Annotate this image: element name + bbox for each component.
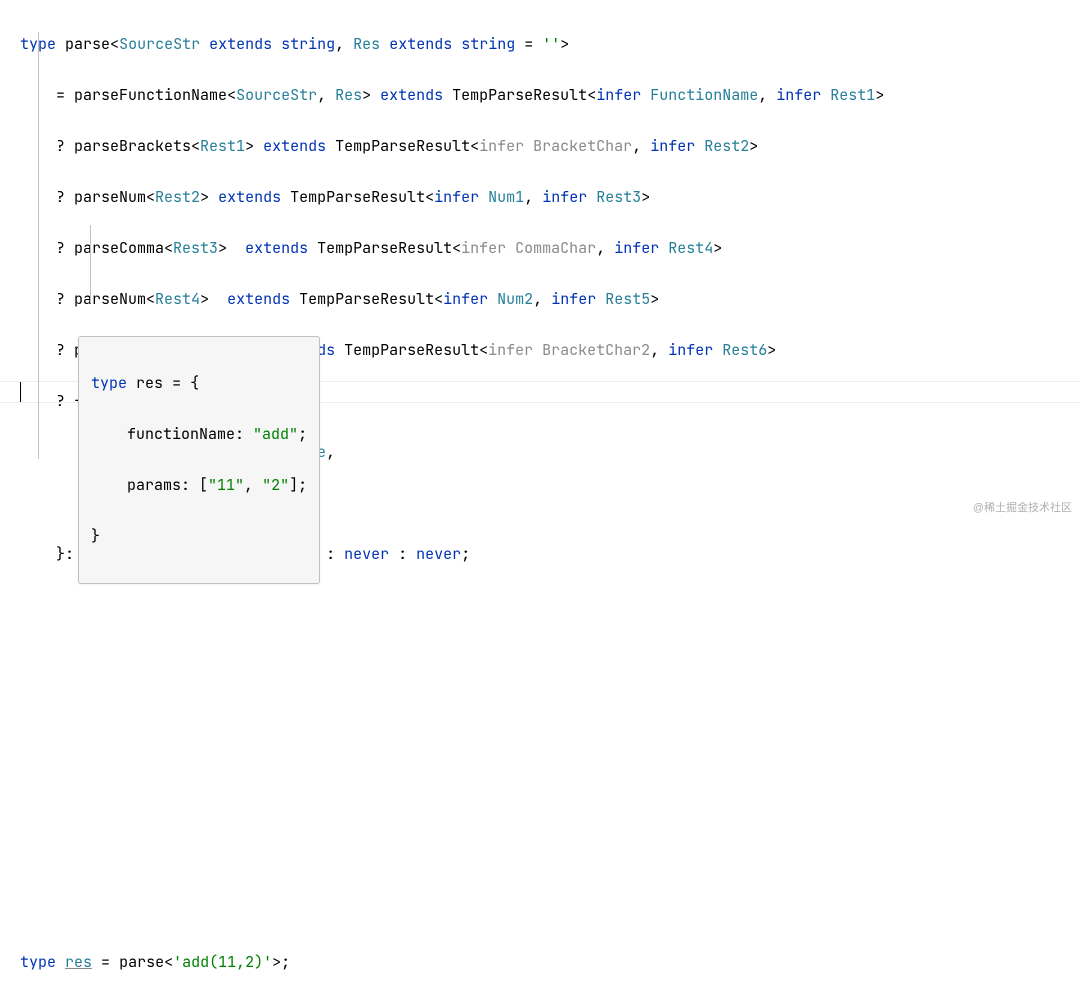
indent-guide (38, 32, 39, 459)
infer-name: Rest6 (722, 340, 767, 360)
code-line[interactable]: type parse<SourceStr extends string, Res… (20, 32, 1080, 58)
infer-name: Rest5 (605, 289, 650, 309)
tooltip-text: ]; (289, 475, 307, 495)
infer-name: FunctionName (650, 85, 758, 105)
code-line[interactable]: ? parseNum<Rest4> extends TempParseResul… (20, 287, 1080, 313)
infer-name: Num1 (488, 187, 524, 207)
code-line[interactable] (20, 797, 1080, 823)
equals: = (56, 85, 65, 105)
keyword-extends: extends (227, 289, 290, 309)
type-ref: TempParseResult (452, 85, 587, 105)
keyword-extends: extends (218, 187, 281, 207)
infer-name: Rest2 (704, 136, 749, 156)
string-literal: 'add(11,2)' (173, 952, 272, 972)
keyword-infer: infer (434, 187, 479, 207)
type-param: Rest2 (155, 187, 200, 207)
keyword-infer: infer (776, 85, 821, 105)
tooltip-type-name: res (136, 373, 163, 393)
type-param: Rest1 (200, 136, 245, 156)
keyword-infer: infer (668, 340, 713, 360)
keyword-infer: infer (650, 136, 695, 156)
type-ref: TempParseResult (290, 187, 425, 207)
type-param: Res (335, 85, 362, 105)
keyword-infer: infer (443, 289, 488, 309)
tooltip-text: , (244, 475, 262, 495)
type-param: SourceStr (119, 34, 200, 54)
keyword-string: string (281, 34, 335, 54)
infer-name: Rest3 (596, 187, 641, 207)
code-line[interactable]: ? parseComma<Rest3> extends TempParseRes… (20, 236, 1080, 262)
code-line[interactable]: type res = parse<'add(11,2)'>; (20, 950, 1080, 976)
keyword-string: string (461, 34, 515, 54)
infer-name: Num2 (497, 289, 533, 309)
infer-name-dim: BracketChar2 (542, 340, 650, 360)
keyword-extends: extends (389, 34, 452, 54)
code-line[interactable] (20, 848, 1080, 874)
indent-guide (90, 225, 91, 303)
infer-name: Rest1 (830, 85, 875, 105)
tooltip-text: } (91, 526, 100, 546)
keyword-extends: extends (380, 85, 443, 105)
keyword-infer: infer (596, 85, 641, 105)
type-ref: parseComma (74, 238, 164, 258)
watermark-text: @稀土掘金技术社区 (973, 499, 1072, 515)
type-ref: parseBrackets (74, 136, 191, 156)
tooltip-line: type res = { (91, 371, 307, 397)
tooltip-line: functionName: "add"; (91, 422, 307, 448)
tooltip-string: "add" (253, 424, 298, 444)
tooltip-line: params: ["11", "2"]; (91, 473, 307, 499)
infer-name: Rest4 (668, 238, 713, 258)
string-literal: '' (542, 34, 560, 54)
type-ref: TempParseResult (344, 340, 479, 360)
keyword-never: never (344, 544, 389, 564)
keyword-extends: extends (263, 136, 326, 156)
keyword-never: never (416, 544, 461, 564)
code-line[interactable]: ? parseNum<Rest2> extends TempParseResul… (20, 185, 1080, 211)
infer-name-dim: BracketChar (533, 136, 632, 156)
code-line[interactable] (20, 746, 1080, 772)
code-line[interactable] (20, 644, 1080, 670)
code-line[interactable] (20, 695, 1080, 721)
type-param: Rest4 (155, 289, 200, 309)
tooltip-string: "2" (262, 475, 289, 495)
tooltip-text: = { (172, 373, 199, 393)
keyword-type: type (20, 952, 56, 972)
type-ref: TempParseResult (335, 136, 470, 156)
type-ref: TempParseResult (299, 289, 434, 309)
type-ref: TempParseResult (317, 238, 452, 258)
tooltip-prop: functionName: (127, 424, 244, 444)
tooltip-string: "11" (208, 475, 244, 495)
keyword-infer: infer (614, 238, 659, 258)
type-hover-tooltip: type res = { functionName: "add"; params… (78, 336, 320, 584)
infer-name-dim: CommaChar (515, 238, 596, 258)
keyword-infer-dim: infer (479, 136, 524, 156)
type-name: parse (65, 34, 110, 54)
keyword-extends: extends (245, 238, 308, 258)
code-line[interactable] (20, 899, 1080, 925)
type-param: Res (353, 34, 380, 54)
keyword-infer: infer (551, 289, 596, 309)
code-line[interactable] (20, 593, 1080, 619)
keyword-infer-dim: infer (488, 340, 533, 360)
keyword-type: type (91, 373, 127, 393)
tooltip-prop: params: [ (127, 475, 208, 495)
code-line[interactable]: ? parseBrackets<Rest1> extends TempParse… (20, 134, 1080, 160)
type-ref: parseNum (74, 187, 146, 207)
type-name-res: res (65, 952, 92, 972)
code-line[interactable]: = parseFunctionName<SourceStr, Res> exte… (20, 83, 1080, 109)
type-param: SourceStr (236, 85, 317, 105)
type-ref: parseFunctionName (74, 85, 227, 105)
text-caret (20, 382, 21, 402)
keyword-infer-dim: infer (461, 238, 506, 258)
tooltip-line: } (91, 524, 307, 550)
keyword-extends: extends (209, 34, 272, 54)
type-ref: parseNum (74, 289, 146, 309)
keyword-infer: infer (542, 187, 587, 207)
type-ref: parse (119, 952, 164, 972)
type-param: Rest3 (173, 238, 218, 258)
